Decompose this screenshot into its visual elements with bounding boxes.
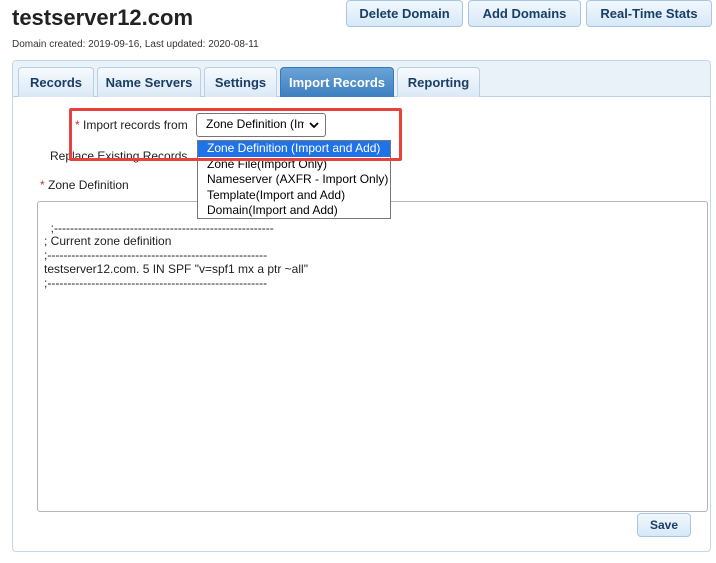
real-time-stats-button[interactable]: Real-Time Stats <box>586 0 712 27</box>
import-source-selected-value: Zone Definition (Im <box>206 117 304 131</box>
zone-definition-textarea[interactable]: ;---------------------------------------… <box>37 201 708 512</box>
option-zone-file[interactable]: Zone File(Import Only) <box>198 157 390 173</box>
option-nameserver-axfr[interactable]: Nameserver (AXFR - Import Only) <box>198 172 390 188</box>
tab-reporting[interactable]: Reporting <box>397 67 480 97</box>
required-mark: * <box>40 178 45 192</box>
save-button[interactable]: Save <box>637 513 691 537</box>
option-domain[interactable]: Domain(Import and Add) <box>198 203 390 219</box>
tab-name-servers[interactable]: Name Servers <box>97 67 201 97</box>
import-source-dropdown: Zone Definition (Import and Add) Zone Fi… <box>197 140 391 219</box>
zone-definition-text: Zone Definition <box>48 178 129 192</box>
zone-definition-content: ;---------------------------------------… <box>44 220 308 290</box>
resize-grip-icon[interactable] <box>697 501 705 509</box>
add-domains-button[interactable]: Add Domains <box>468 0 581 27</box>
domain-meta: Domain created: 2019-09-16, Last updated… <box>12 39 259 50</box>
import-records-from-text: Import records from <box>83 118 188 132</box>
domain-title: testserver12.com <box>12 5 194 30</box>
tab-records[interactable]: Records <box>18 67 94 97</box>
replace-existing-records-label: Replace Existing Records <box>50 149 188 163</box>
chevron-down-icon <box>309 118 319 132</box>
tab-import-records[interactable]: Import Records <box>280 67 394 97</box>
required-mark: * <box>75 118 80 132</box>
delete-domain-button[interactable]: Delete Domain <box>346 0 463 27</box>
tab-settings[interactable]: Settings <box>204 67 277 97</box>
import-records-from-label: * Import records from <box>75 118 188 132</box>
import-source-select[interactable]: Zone Definition (Im <box>196 113 326 137</box>
tab-bar: Records Name Servers Settings Import Rec… <box>13 61 710 97</box>
option-zone-definition[interactable]: Zone Definition (Import and Add) <box>198 141 390 157</box>
zone-definition-label: * Zone Definition <box>40 178 129 192</box>
option-template[interactable]: Template(Import and Add) <box>198 188 390 204</box>
